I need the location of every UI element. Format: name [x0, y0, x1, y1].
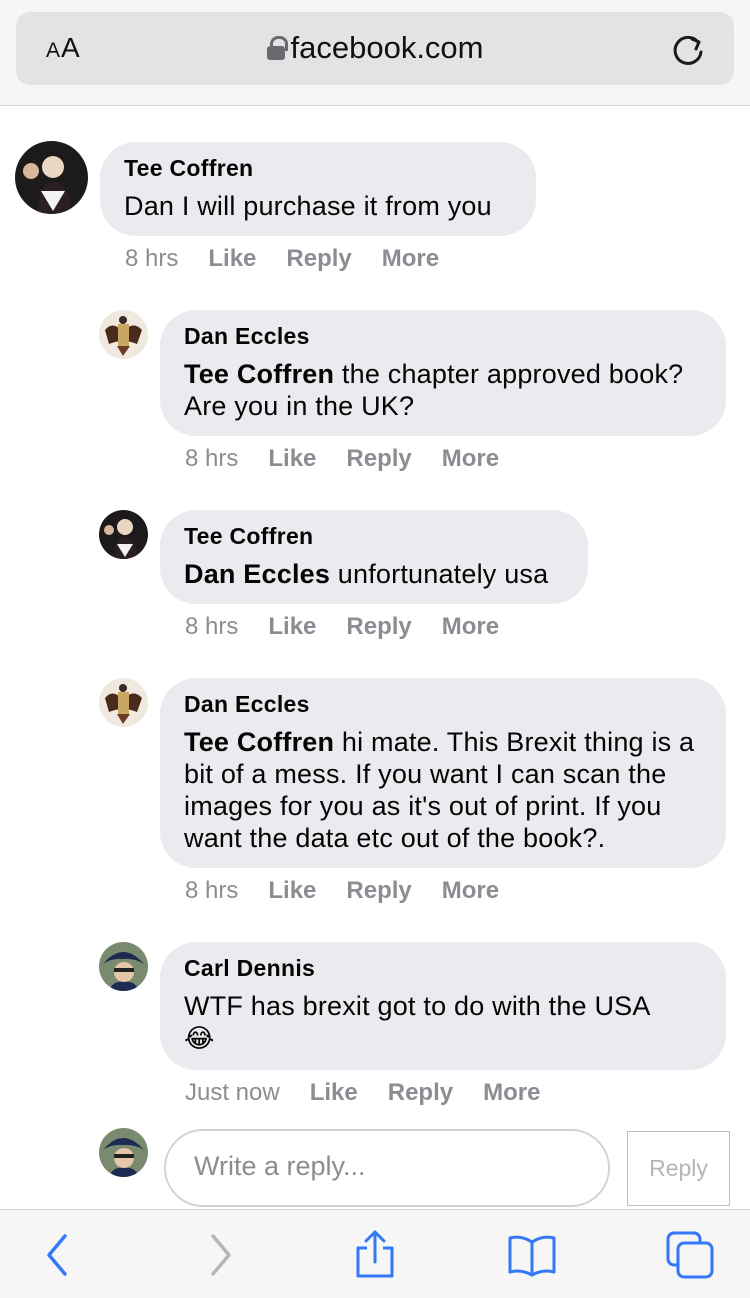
url-text: facebook.com [290, 30, 484, 65]
more-button[interactable]: More [483, 1079, 540, 1106]
comment-text: Tee Coffren the chapter approved book? A… [184, 359, 684, 421]
like-button[interactable]: Like [310, 1079, 358, 1106]
current-user-avatar [99, 1128, 148, 1177]
like-button[interactable]: Like [268, 445, 316, 472]
browser-address-bar: AA facebook.com [0, 0, 750, 106]
like-button[interactable]: Like [268, 877, 316, 904]
comment-time[interactable]: 8 hrs [185, 445, 238, 472]
comment-bubble: Dan Eccles Tee Coffren the chapter appro… [160, 310, 726, 436]
comment-text: Dan I will purchase it from you [124, 191, 492, 221]
more-button[interactable]: More [382, 245, 439, 272]
avatar[interactable] [15, 141, 88, 214]
reply-button[interactable]: Reply [388, 1079, 453, 1106]
laughing-emoji-icon: 😂 [184, 1023, 215, 1053]
lock-icon [266, 36, 288, 60]
like-button[interactable]: Like [268, 613, 316, 640]
comment-bubble: Dan Eccles Tee Coffren hi mate. This Bre… [160, 678, 726, 868]
comment-bubble: Carl Dennis WTF has brexit got to do wit… [160, 942, 726, 1070]
comment-author[interactable]: Carl Dennis [184, 954, 702, 982]
comment-actions: 8 hrs Like Reply More [185, 445, 529, 473]
comment-text: WTF has brexit got to do with the USA 😂 [184, 991, 651, 1053]
avatar[interactable] [99, 942, 148, 991]
mention-link[interactable]: Tee Coffren [184, 727, 334, 757]
comment-author[interactable]: Dan Eccles [184, 322, 702, 350]
comment-time[interactable]: Just now [185, 1079, 280, 1106]
reload-icon[interactable] [668, 30, 708, 70]
bookmarks-icon[interactable] [507, 1230, 557, 1280]
more-button[interactable]: More [442, 613, 499, 640]
avatar[interactable] [99, 510, 148, 559]
comment-time[interactable]: 8 hrs [185, 613, 238, 640]
avatar[interactable] [99, 310, 148, 359]
reply-input[interactable] [194, 1151, 594, 1182]
comment-actions: 8 hrs Like Reply More [185, 613, 529, 641]
share-icon[interactable] [350, 1230, 400, 1280]
comment-text: Tee Coffren hi mate. This Brexit thing i… [184, 727, 695, 853]
tabs-icon[interactable] [665, 1230, 715, 1280]
more-button[interactable]: More [442, 445, 499, 472]
url-display[interactable]: facebook.com [16, 30, 734, 66]
mention-link[interactable]: Dan Eccles [184, 559, 330, 589]
comment-actions: 8 hrs Like Reply More [185, 877, 529, 905]
reply-button[interactable]: Reply [346, 445, 411, 472]
browser-toolbar [0, 1209, 750, 1298]
mention-link[interactable]: Tee Coffren [184, 359, 334, 389]
comment-actions: Just now Like Reply More [185, 1079, 570, 1107]
reply-button[interactable]: Reply [346, 613, 411, 640]
comment-time[interactable]: 8 hrs [185, 877, 238, 904]
back-icon[interactable] [33, 1230, 83, 1280]
more-button[interactable]: More [442, 877, 499, 904]
reply-button[interactable]: Reply [286, 245, 351, 272]
comment-bubble: Tee Coffren Dan I will purchase it from … [100, 142, 536, 236]
comment-text: Dan Eccles unfortunately usa [184, 559, 549, 589]
avatar[interactable] [99, 678, 148, 727]
reply-composer [164, 1129, 610, 1207]
comment-actions: 8 hrs Like Reply More [125, 245, 469, 273]
submit-reply-button[interactable]: Reply [627, 1131, 730, 1206]
comment-author[interactable]: Dan Eccles [184, 690, 702, 718]
url-field[interactable]: AA facebook.com [16, 12, 734, 85]
comment-time[interactable]: 8 hrs [125, 245, 178, 272]
like-button[interactable]: Like [208, 245, 256, 272]
comment-bubble: Tee Coffren Dan Eccles unfortunately usa [160, 510, 588, 604]
reply-button[interactable]: Reply [346, 877, 411, 904]
comment-author[interactable]: Tee Coffren [124, 154, 512, 182]
comment-author[interactable]: Tee Coffren [184, 522, 564, 550]
forward-icon[interactable] [195, 1230, 245, 1280]
